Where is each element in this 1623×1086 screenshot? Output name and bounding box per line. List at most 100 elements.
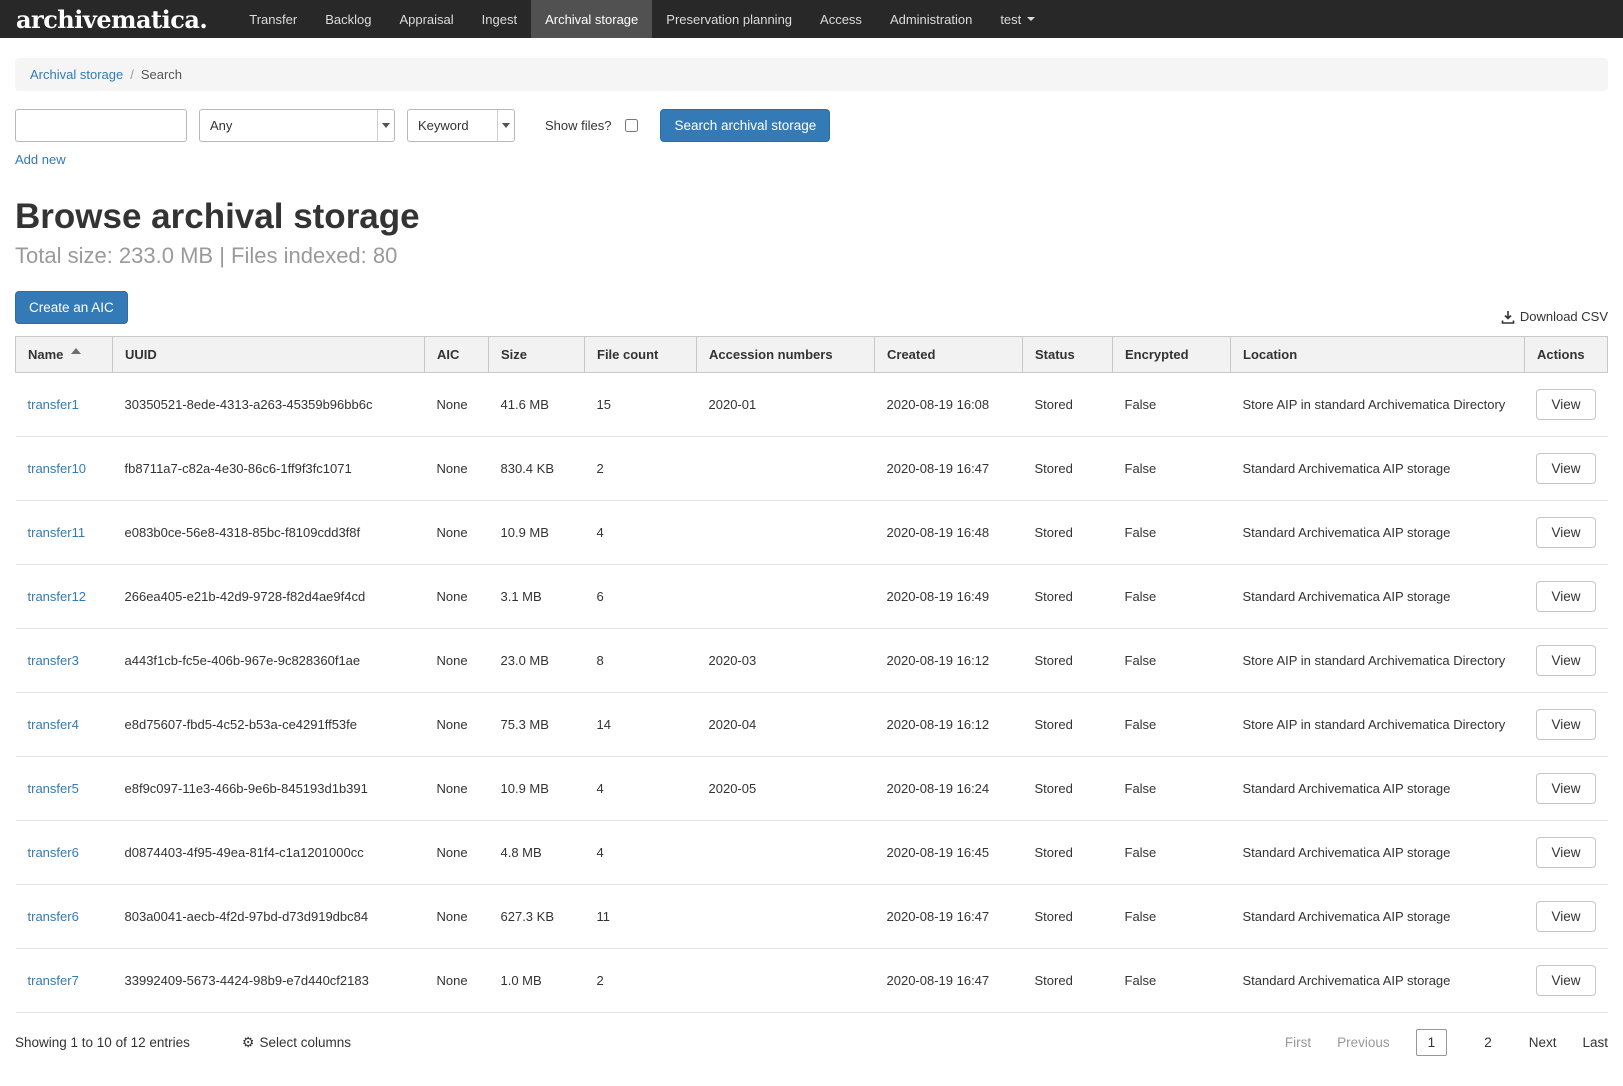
nav-item-ingest[interactable]: Ingest — [468, 0, 531, 38]
table-row: transfer12 266ea405-e21b-42d9-9728-f82d4… — [16, 565, 1608, 629]
view-button[interactable]: View — [1536, 453, 1595, 484]
cell-accession-numbers — [697, 501, 875, 565]
pagination-page-1[interactable]: 1 — [1416, 1029, 1448, 1056]
column-header-uuid[interactable]: UUID — [113, 337, 425, 373]
column-header-location[interactable]: Location — [1231, 337, 1525, 373]
search-field-select[interactable]: Any — [199, 109, 395, 142]
nav-item-transfer[interactable]: Transfer — [235, 0, 311, 38]
cell-location: Standard Archivematica AIP storage — [1231, 565, 1525, 629]
column-header-encrypted[interactable]: Encrypted — [1113, 337, 1231, 373]
cell-created: 2020-08-19 16:45 — [875, 821, 1023, 885]
view-button[interactable]: View — [1536, 581, 1595, 612]
transfer-name-link[interactable]: transfer1 — [28, 397, 79, 412]
column-header-status[interactable]: Status — [1023, 337, 1113, 373]
cell-aic: None — [425, 949, 489, 1013]
column-header-actions: Actions — [1524, 337, 1607, 373]
view-button[interactable]: View — [1536, 389, 1595, 420]
cell-aic: None — [425, 501, 489, 565]
cell-created: 2020-08-19 16:47 — [875, 885, 1023, 949]
cell-actions: View — [1524, 565, 1607, 629]
column-header-aic[interactable]: AIC — [425, 337, 489, 373]
cell-name: transfer11 — [16, 501, 113, 565]
transfer-name-link[interactable]: transfer10 — [28, 461, 87, 476]
transfer-name-link[interactable]: transfer5 — [28, 781, 79, 796]
cell-aic: None — [425, 373, 489, 437]
cell-actions: View — [1524, 949, 1607, 1013]
cell-location: Store AIP in standard Archivematica Dire… — [1231, 693, 1525, 757]
archivematica-logo[interactable]: archivematica. — [0, 0, 235, 38]
cell-location: Standard Archivematica AIP storage — [1231, 757, 1525, 821]
view-button[interactable]: View — [1536, 517, 1595, 548]
search-field-selected-value: Any — [200, 118, 377, 133]
user-menu-label: test — [1000, 12, 1021, 27]
cell-created: 2020-08-19 16:47 — [875, 437, 1023, 501]
search-query-input[interactable] — [15, 109, 187, 142]
table-body: transfer1 30350521-8ede-4313-a263-45359b… — [16, 373, 1608, 1013]
nav-item-appraisal[interactable]: Appraisal — [385, 0, 467, 38]
nav-item-archival-storage[interactable]: Archival storage — [531, 0, 652, 38]
show-files-checkbox[interactable] — [625, 119, 638, 132]
cell-uuid: 266ea405-e21b-42d9-9728-f82d4ae9f4cd — [113, 565, 425, 629]
pagination-previous[interactable]: Previous — [1337, 1035, 1390, 1050]
table-header-row: Name UUID AIC Size File count Accession … — [16, 337, 1608, 373]
pagination-last[interactable]: Last — [1582, 1035, 1608, 1050]
cell-created: 2020-08-19 16:24 — [875, 757, 1023, 821]
view-button[interactable]: View — [1536, 645, 1595, 676]
cell-created: 2020-08-19 16:12 — [875, 693, 1023, 757]
pagination-page-2[interactable]: 2 — [1473, 1030, 1503, 1055]
transfer-name-link[interactable]: transfer4 — [28, 717, 79, 732]
transfer-name-link[interactable]: transfer3 — [28, 653, 79, 668]
column-header-size[interactable]: Size — [489, 337, 585, 373]
cell-file-count: 2 — [585, 437, 697, 501]
breadcrumb-archival-storage[interactable]: Archival storage — [30, 67, 123, 82]
user-menu[interactable]: test — [986, 0, 1049, 38]
cell-size: 23.0 MB — [489, 629, 585, 693]
nav-item-administration[interactable]: Administration — [876, 0, 986, 38]
search-type-selected-value: Keyword — [408, 118, 497, 133]
cell-aic: None — [425, 757, 489, 821]
table-toolbar: Create an AIC Download CSV — [15, 291, 1608, 324]
select-columns-label: Select columns — [259, 1035, 351, 1050]
cell-file-count: 15 — [585, 373, 697, 437]
select-columns-button[interactable]: ⚙ Select columns — [242, 1034, 351, 1051]
view-button[interactable]: View — [1536, 965, 1595, 996]
view-button[interactable]: View — [1536, 901, 1595, 932]
column-header-name[interactable]: Name — [16, 337, 113, 373]
cell-status: Stored — [1023, 437, 1113, 501]
column-header-accession-numbers[interactable]: Accession numbers — [697, 337, 875, 373]
transfer-name-link[interactable]: transfer11 — [28, 525, 86, 540]
cell-aic: None — [425, 885, 489, 949]
column-header-created[interactable]: Created — [875, 337, 1023, 373]
cell-name: transfer6 — [16, 821, 113, 885]
search-type-select[interactable]: Keyword — [407, 109, 515, 142]
cell-file-count: 4 — [585, 757, 697, 821]
download-csv-link[interactable]: Download CSV — [1501, 309, 1608, 324]
view-button[interactable]: View — [1536, 709, 1595, 740]
cell-name: transfer6 — [16, 885, 113, 949]
cell-status: Stored — [1023, 949, 1113, 1013]
pagination-next[interactable]: Next — [1529, 1035, 1557, 1050]
breadcrumb-separator: / — [130, 67, 134, 82]
transfer-name-link[interactable]: transfer7 — [28, 973, 79, 988]
transfer-name-link[interactable]: transfer6 — [28, 909, 79, 924]
view-button[interactable]: View — [1536, 773, 1595, 804]
cell-name: transfer1 — [16, 373, 113, 437]
search-archival-storage-button[interactable]: Search archival storage — [660, 109, 830, 142]
column-header-file-count[interactable]: File count — [585, 337, 697, 373]
cell-file-count: 8 — [585, 629, 697, 693]
main-menu: Transfer Backlog Appraisal Ingest Archiv… — [235, 0, 1049, 38]
nav-item-backlog[interactable]: Backlog — [311, 0, 385, 38]
view-button[interactable]: View — [1536, 837, 1595, 868]
cell-uuid: e8f9c097-11e3-466b-9e6b-845193d1b391 — [113, 757, 425, 821]
table-row: transfer6 d0874403-4f95-49ea-81f4-c1a120… — [16, 821, 1608, 885]
nav-item-access[interactable]: Access — [806, 0, 876, 38]
table-row: transfer10 fb8711a7-c82a-4e30-86c6-1ff9f… — [16, 437, 1608, 501]
transfer-name-link[interactable]: transfer6 — [28, 845, 79, 860]
nav-item-preservation-planning[interactable]: Preservation planning — [652, 0, 806, 38]
add-new-link[interactable]: Add new — [15, 152, 66, 167]
create-aic-button[interactable]: Create an AIC — [15, 291, 128, 324]
cell-encrypted: False — [1113, 629, 1231, 693]
pagination-first[interactable]: First — [1285, 1035, 1311, 1050]
chevron-down-icon — [497, 110, 514, 141]
transfer-name-link[interactable]: transfer12 — [28, 589, 87, 604]
